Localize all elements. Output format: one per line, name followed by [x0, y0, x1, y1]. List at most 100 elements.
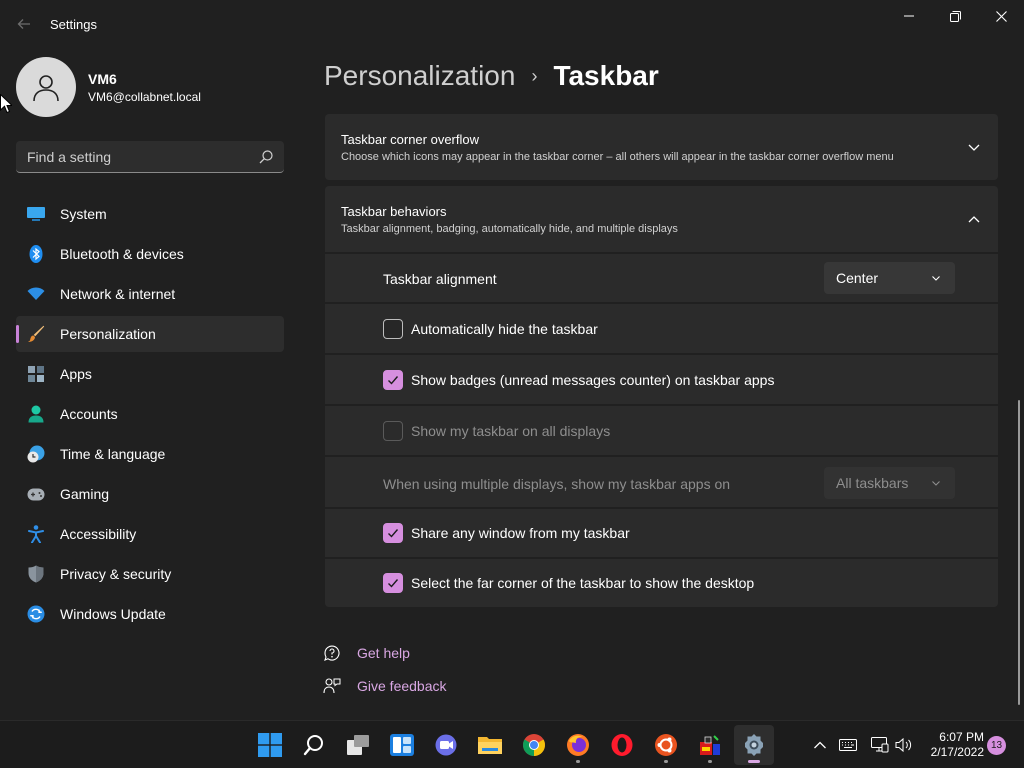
network-tray[interactable]: [870, 735, 890, 755]
search-input[interactable]: [16, 141, 256, 172]
far-corner-row: Select the far corner of the taskbar to …: [325, 559, 998, 607]
close-button[interactable]: [978, 0, 1024, 32]
widgets-icon: [390, 734, 414, 756]
profile-name: VM6: [88, 70, 117, 87]
settings-app[interactable]: [734, 725, 774, 765]
opera[interactable]: [602, 725, 642, 765]
sidebar-nav: System Bluetooth & devices Network & int…: [16, 196, 284, 636]
all-displays-row: Show my taskbar on all displays: [325, 406, 998, 455]
chrome[interactable]: [514, 725, 554, 765]
maximize-button[interactable]: [932, 0, 978, 32]
teams-chat[interactable]: [426, 725, 466, 765]
sidebar-item-accounts[interactable]: Accounts: [16, 396, 284, 432]
teams-chat-icon: [435, 734, 457, 756]
update-icon: [26, 604, 46, 624]
chevron-up-icon[interactable]: [966, 211, 982, 227]
sidebar-item-windows-update[interactable]: Windows Update: [16, 596, 284, 632]
corner-overflow-card[interactable]: Taskbar corner overflow Choose which ico…: [325, 114, 998, 180]
title-bar: Settings: [0, 0, 1024, 48]
apps-icon: [26, 364, 46, 384]
behaviors-title: Taskbar behaviors: [341, 204, 447, 219]
running-indicator: [664, 760, 668, 763]
sidebar-item-bluetooth[interactable]: Bluetooth & devices: [16, 236, 284, 272]
get-help-link[interactable]: Get help: [322, 642, 447, 664]
badges-checkbox[interactable]: [383, 370, 403, 390]
ubuntu[interactable]: [646, 725, 686, 765]
chevron-down-icon: [932, 276, 940, 281]
far-corner-checkbox[interactable]: [383, 573, 403, 593]
clock[interactable]: 6:07 PM 2/17/2022: [920, 730, 984, 760]
checkmark-icon: [388, 579, 399, 588]
sidebar-item-system[interactable]: System: [16, 196, 284, 232]
opera-icon: [611, 734, 633, 756]
firefox[interactable]: [558, 725, 598, 765]
volume-tray[interactable]: [894, 735, 914, 755]
clock-date: 2/17/2022: [930, 745, 984, 759]
checkmark-icon: [388, 529, 399, 538]
clock-time: 6:07 PM: [939, 730, 984, 744]
network-monitor-icon: [871, 737, 889, 753]
badges-label: Show badges (unread messages counter) on…: [411, 372, 775, 388]
search-icon[interactable]: [258, 149, 274, 165]
give-feedback-link[interactable]: Give feedback: [322, 675, 447, 697]
app-title: Settings: [50, 17, 97, 32]
chevron-up-icon: [814, 741, 826, 749]
sidebar-item-accessibility[interactable]: Accessibility: [16, 516, 284, 552]
sidebar-item-gaming[interactable]: Gaming: [16, 476, 284, 512]
multi-display-dropdown[interactable]: All taskbars: [824, 467, 955, 499]
auto-hide-checkbox[interactable]: [383, 319, 403, 339]
volume-icon: [895, 737, 912, 753]
help-links: Get help Give feedback: [322, 642, 447, 708]
show-hidden-icons[interactable]: [810, 735, 830, 755]
file-explorer-icon: [478, 737, 502, 754]
sidebar-item-privacy[interactable]: Privacy & security: [16, 556, 284, 592]
behaviors-description: Taskbar alignment, badging, automaticall…: [341, 223, 678, 235]
breadcrumb: Personalization › Taskbar: [324, 58, 659, 94]
shield-icon: [26, 564, 46, 584]
all-displays-checkbox[interactable]: [383, 421, 403, 441]
share-window-checkbox[interactable]: [383, 523, 403, 543]
chevron-down-icon[interactable]: [966, 139, 982, 155]
ubuntu-icon: [655, 734, 677, 756]
taskbar-alignment-row: Taskbar alignment Center: [325, 254, 998, 302]
corner-overflow-title: Taskbar corner overflow: [341, 132, 479, 147]
sidebar-item-time-language[interactable]: Time & language: [16, 436, 284, 472]
scrollbar[interactable]: [1018, 400, 1020, 705]
profile-email: VM6@collabnet.local: [88, 89, 201, 104]
behaviors-card[interactable]: Taskbar behaviors Taskbar alignment, bad…: [325, 186, 998, 252]
file-explorer[interactable]: [470, 725, 510, 765]
all-displays-label: Show my taskbar on all displays: [411, 423, 611, 439]
user-profile[interactable]: VM6 VM6@collabnet.local: [16, 56, 201, 118]
multi-display-row: When using multiple displays, show my ta…: [325, 457, 998, 507]
minimize-button[interactable]: [886, 0, 932, 32]
chevron-down-icon: [932, 481, 940, 486]
system-icon: [26, 204, 46, 224]
page-title: Taskbar: [553, 60, 659, 91]
sidebar-item-personalization[interactable]: Personalization: [16, 316, 284, 352]
settings-icon: [745, 734, 763, 756]
start-button[interactable]: [250, 725, 290, 765]
bluetooth-icon: [26, 244, 46, 264]
widgets[interactable]: [382, 725, 422, 765]
mouse-cursor-icon: [0, 94, 12, 114]
brush-icon: [26, 324, 46, 344]
auto-hide-row: Automatically hide the taskbar: [325, 304, 998, 353]
notification-badge[interactable]: 13: [987, 736, 1006, 755]
avatar: [16, 57, 76, 117]
checkmark-icon: [388, 376, 399, 385]
person-icon: [33, 75, 59, 102]
corner-overflow-description: Choose which icons may appear in the tas…: [341, 151, 894, 163]
back-arrow-icon[interactable]: [12, 12, 36, 36]
breadcrumb-parent[interactable]: Personalization: [324, 60, 515, 92]
gamepad-icon: [26, 484, 46, 504]
sidebar-item-apps[interactable]: Apps: [16, 356, 284, 392]
keyboard-tray[interactable]: [838, 735, 858, 755]
share-window-label: Share any window from my taskbar: [411, 525, 630, 541]
search-box: [16, 141, 284, 173]
taskbar-alignment-dropdown[interactable]: Center: [824, 262, 955, 294]
accessibility-icon: [26, 524, 46, 544]
taskbar-app[interactable]: [690, 725, 730, 765]
task-view[interactable]: [338, 725, 378, 765]
taskbar-search[interactable]: [294, 725, 334, 765]
sidebar-item-network[interactable]: Network & internet: [16, 276, 284, 312]
